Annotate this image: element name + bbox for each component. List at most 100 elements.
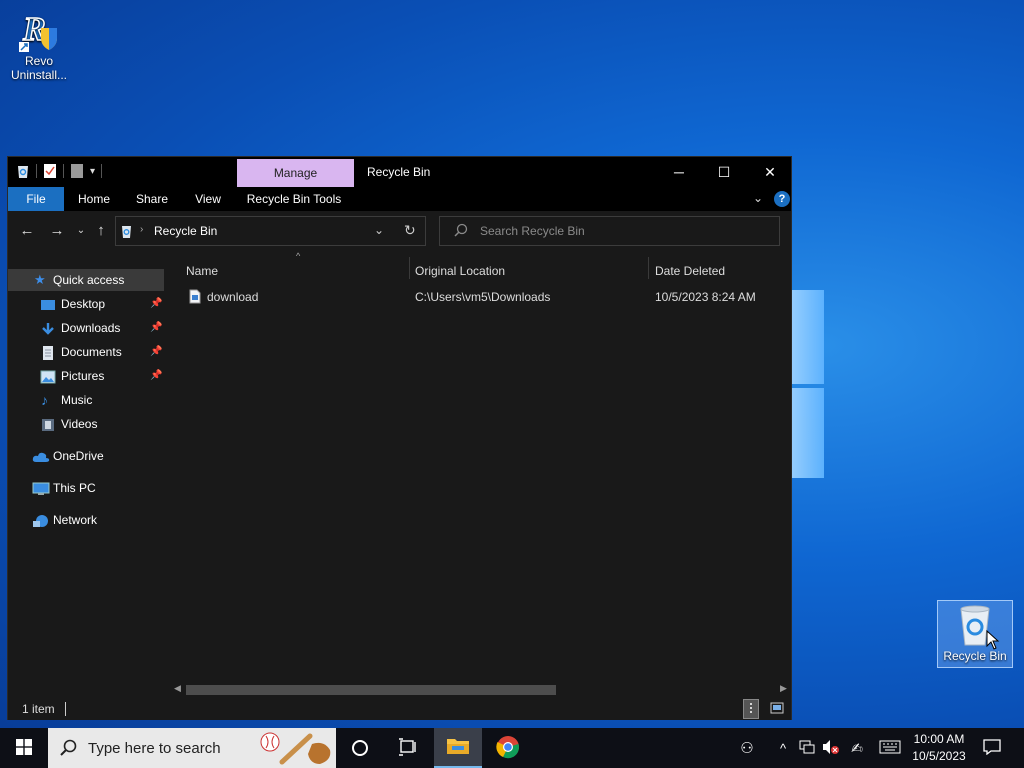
expand-ribbon-chevron-icon[interactable]: ⌄ (753, 191, 763, 205)
pin-icon: 📌 (150, 322, 163, 333)
tab-recycle-bin-tools[interactable]: Recycle Bin Tools (238, 187, 350, 211)
forward-button[interactable]: → (47, 221, 67, 241)
sidebar-item-onedrive[interactable]: OneDrive (8, 445, 164, 467)
desktop-icon-label: Recycle Bin (943, 649, 1007, 663)
desktop-folder-icon (40, 297, 56, 311)
file-date-deleted: 10/5/2023 8:24 AM (655, 290, 756, 304)
taskbar-chrome[interactable] (484, 728, 532, 768)
horizontal-scrollbar[interactable]: ◀ ▶ (171, 681, 791, 698)
show-hidden-icons-button[interactable]: ^ (773, 728, 793, 768)
search-input[interactable]: Search Recycle Bin (439, 216, 780, 246)
maximize-button[interactable]: ☐ (701, 157, 747, 187)
qat-divider (36, 164, 37, 178)
touch-keyboard-button[interactable] (876, 728, 904, 768)
address-row: ← → ⌄ ↑ › Recycle Bin ⌄ ↻ Search Recycle… (8, 211, 791, 251)
new-folder-icon[interactable] (70, 163, 84, 179)
desktop-icon-recycle-bin[interactable]: Recycle Bin (937, 600, 1013, 668)
address-history-chevron-icon[interactable]: ⌄ (374, 223, 384, 237)
sidebar-item-downloads[interactable]: Downloads 📌 (8, 317, 164, 339)
cloud-icon (32, 449, 50, 463)
refresh-icon[interactable]: ↻ (404, 222, 416, 239)
action-center-button[interactable] (980, 728, 1004, 768)
breadcrumb-separator-icon: › (140, 224, 144, 235)
sidebar-item-label: Network (53, 513, 98, 527)
recent-locations-button[interactable]: ⌄ (71, 221, 91, 241)
properties-icon[interactable] (43, 163, 57, 179)
status-bar: 1 item (8, 698, 791, 720)
documents-icon (40, 345, 56, 360)
sidebar-item-desktop[interactable]: Desktop 📌 (8, 293, 164, 315)
videos-icon (40, 417, 56, 431)
column-header-date-deleted[interactable]: Date Deleted (655, 257, 785, 285)
column-divider[interactable] (409, 257, 410, 279)
tab-share[interactable]: Share (126, 187, 178, 211)
sidebar-item-quick-access[interactable]: ★ Quick access (8, 269, 164, 291)
minimize-icon: ─ (674, 164, 684, 180)
details-view-icon[interactable] (743, 699, 759, 719)
column-header-name[interactable]: Name (186, 257, 406, 285)
maximize-icon: ☐ (717, 164, 731, 180)
task-view-button[interactable] (384, 728, 432, 768)
start-button[interactable] (0, 728, 48, 768)
pen-button[interactable]: ✍ (846, 728, 868, 768)
recycle-bin-small-icon (120, 224, 133, 242)
address-bar[interactable]: › Recycle Bin ⌄ ↻ (115, 216, 426, 246)
sidebar-item-label: Quick access (53, 273, 125, 287)
windows-start-icon (16, 738, 32, 758)
clock-date: 10/5/2023 (912, 749, 966, 763)
back-button[interactable]: ← (17, 221, 37, 241)
column-header-original-location[interactable]: Original Location (415, 257, 645, 285)
navigation-pane: ★ Quick access Desktop 📌 Downloads 📌 Doc… (8, 251, 166, 701)
file-name: download (207, 290, 259, 304)
desktop-icon-revo-uninstaller[interactable]: R Revo Uninstall... (4, 8, 74, 82)
breadcrumb-recycle-bin[interactable]: Recycle Bin (154, 224, 217, 238)
sidebar-item-pictures[interactable]: Pictures 📌 (8, 365, 164, 387)
desktop-icon-label: Revo Uninstall... (10, 54, 68, 82)
revo-uninstaller-icon: R (17, 8, 61, 52)
volume-button[interactable] (820, 728, 842, 768)
column-divider[interactable] (648, 257, 649, 279)
sidebar-item-documents[interactable]: Documents 📌 (8, 341, 164, 363)
scrollbar-thumb[interactable] (186, 685, 556, 695)
tab-home[interactable]: Home (68, 187, 120, 211)
qat-divider (101, 164, 103, 178)
tab-manage[interactable]: Manage (237, 159, 354, 187)
sidebar-item-videos[interactable]: Videos (8, 413, 164, 435)
taskbar-search-box[interactable]: Type here to search (48, 728, 336, 768)
clock[interactable]: 10:00 AM 10/5/2023 (904, 731, 974, 765)
large-icons-view-icon[interactable] (770, 702, 784, 717)
close-button[interactable]: ✕ (747, 157, 793, 187)
scroll-right-icon[interactable]: ▶ (780, 683, 787, 694)
help-icon[interactable]: ? (774, 191, 790, 207)
computer-icon (32, 481, 50, 495)
tab-view[interactable]: View (182, 187, 234, 211)
close-icon: ✕ (764, 164, 776, 180)
up-button[interactable]: ↑ (91, 221, 111, 241)
arrow-left-icon: ← (19, 222, 35, 239)
mouse-cursor-icon (986, 629, 1000, 650)
chevron-up-icon: ^ (779, 740, 787, 756)
sidebar-item-network[interactable]: Network (8, 509, 164, 531)
people-button[interactable]: ⚇ (735, 728, 759, 768)
pen-icon: ✍ (851, 739, 863, 756)
scroll-left-icon[interactable]: ◀ (174, 683, 181, 694)
minimize-button[interactable]: ─ (656, 157, 702, 187)
folder-icon (446, 736, 470, 759)
network-status-button[interactable] (796, 728, 818, 768)
clock-time: 10:00 AM (913, 732, 965, 746)
network-wired-icon (798, 739, 816, 758)
customize-qat-chevron-icon[interactable]: ▾ (90, 166, 95, 177)
tab-file[interactable]: File (8, 187, 64, 211)
file-list: ^ Name Original Location Date Deleted do… (166, 251, 791, 701)
status-divider (65, 702, 66, 716)
cortana-button[interactable] (336, 728, 384, 768)
keyboard-icon (879, 740, 901, 757)
chevron-down-icon: ⌄ (76, 225, 86, 236)
notification-icon (983, 738, 1001, 758)
sidebar-item-this-pc[interactable]: This PC (8, 477, 164, 499)
cortana-circle-icon (352, 740, 368, 756)
taskbar-file-explorer[interactable] (434, 728, 482, 768)
window-title: Recycle Bin (367, 165, 431, 179)
arrow-up-icon: ↑ (97, 222, 105, 239)
sidebar-item-music[interactable]: ♪ Music (8, 389, 164, 411)
